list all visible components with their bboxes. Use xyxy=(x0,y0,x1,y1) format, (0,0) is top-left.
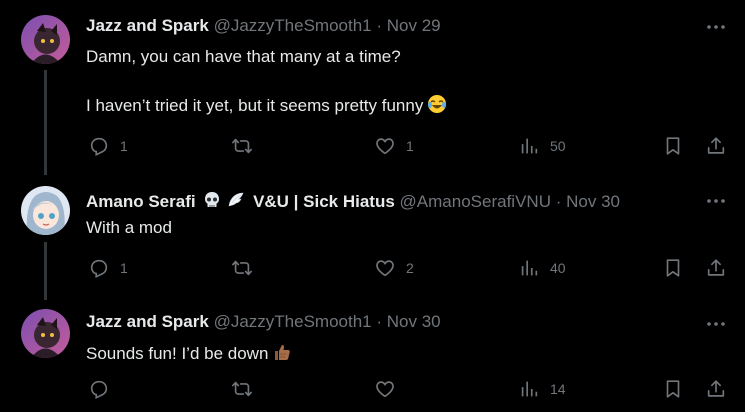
more-icon[interactable] xyxy=(704,20,728,40)
display-name-suffix[interactable]: V&U | Sick Hiatus xyxy=(253,192,395,211)
bookmark-button[interactable] xyxy=(662,256,684,280)
like-count: 2 xyxy=(406,260,414,276)
wing-emoji-icon xyxy=(226,190,246,210)
views-count: 14 xyxy=(550,381,566,397)
display-name[interactable]: Amano Serafi xyxy=(86,192,196,211)
tweet-1[interactable]: Jazz and Spark @JazzyTheSmooth1 · Nov 29… xyxy=(0,0,745,180)
heart-icon xyxy=(376,138,394,155)
display-name[interactable]: Jazz and Spark xyxy=(86,16,209,35)
repost-button[interactable] xyxy=(231,256,263,280)
analytics-icon xyxy=(521,138,538,154)
reply-icon xyxy=(90,259,108,279)
more-icon[interactable] xyxy=(704,194,728,214)
repost-icon xyxy=(232,260,252,276)
user-handle[interactable]: @JazzyTheSmooth1 xyxy=(214,312,372,331)
separator-dot: · xyxy=(555,192,562,211)
more-icon[interactable] xyxy=(704,317,728,337)
timestamp[interactable]: Nov 29 xyxy=(387,16,441,35)
thumbs-up-emoji-icon xyxy=(272,342,292,362)
like-button[interactable]: 2 xyxy=(374,256,414,280)
like-count: 1 xyxy=(406,138,414,154)
skull-emoji-icon xyxy=(202,190,222,210)
tweet-text-content: I haven’t tried it yet, but it seems pre… xyxy=(86,96,424,115)
user-handle[interactable]: @JazzyTheSmooth1 xyxy=(214,16,372,35)
repost-button[interactable] xyxy=(231,377,263,401)
reply-count: 1 xyxy=(120,260,128,276)
bookmark-icon xyxy=(666,137,680,155)
share-button[interactable] xyxy=(705,377,727,401)
share-button[interactable] xyxy=(705,134,727,158)
tweet-text-line: With a mod xyxy=(86,218,172,237)
like-button[interactable] xyxy=(374,377,406,401)
tweet-header: Jazz and Spark @JazzyTheSmooth1 · Nov 30 xyxy=(86,312,441,332)
repost-icon xyxy=(232,381,252,397)
timestamp[interactable]: Nov 30 xyxy=(566,192,620,211)
views-button[interactable]: 14 xyxy=(518,377,566,401)
bookmark-button[interactable] xyxy=(662,377,684,401)
tweet-actions: 1 2 40 xyxy=(0,256,745,280)
tweet-2[interactable]: Amano Serafi V&U | Sick Hiatus @AmanoSer… xyxy=(0,180,745,303)
thread-line xyxy=(44,70,47,175)
analytics-icon xyxy=(521,260,538,276)
views-button[interactable]: 40 xyxy=(518,256,566,280)
bookmark-icon xyxy=(666,259,680,277)
separator-dot: · xyxy=(376,16,383,35)
tweet-actions: 1 1 50 xyxy=(0,134,745,158)
display-name[interactable]: Jazz and Spark xyxy=(86,312,209,331)
reply-button[interactable] xyxy=(88,377,120,401)
repost-icon xyxy=(232,138,252,154)
reply-count: 1 xyxy=(120,138,128,154)
heart-icon xyxy=(376,260,394,277)
laughing-emoji-icon xyxy=(427,94,447,114)
tweet-text-content: Sounds fun! I’d be down xyxy=(86,344,269,363)
reply-icon xyxy=(90,137,108,157)
bookmark-icon xyxy=(666,380,680,398)
reply-button[interactable]: 1 xyxy=(88,256,128,280)
reply-icon xyxy=(90,380,108,400)
like-button[interactable]: 1 xyxy=(374,134,414,158)
timestamp[interactable]: Nov 30 xyxy=(387,312,441,331)
tweet-text-line: Sounds fun! I’d be down xyxy=(86,342,292,364)
heart-icon xyxy=(376,381,394,398)
avatar[interactable] xyxy=(21,186,70,235)
avatar[interactable] xyxy=(21,15,70,64)
tweet-text-line: Damn, you can have that many at a time? xyxy=(86,47,401,66)
tweet-header: Amano Serafi V&U | Sick Hiatus @AmanoSer… xyxy=(86,190,620,211)
tweet-actions: 14 xyxy=(0,377,745,401)
analytics-icon xyxy=(521,381,538,397)
views-count: 50 xyxy=(550,138,566,154)
views-button[interactable]: 50 xyxy=(518,134,566,158)
views-count: 40 xyxy=(550,260,566,276)
tweet-header: Jazz and Spark @JazzyTheSmooth1 · Nov 29 xyxy=(86,16,441,36)
user-handle[interactable]: @AmanoSerafiVNU xyxy=(400,192,551,211)
repost-button[interactable] xyxy=(231,134,263,158)
avatar[interactable] xyxy=(21,309,70,358)
share-button[interactable] xyxy=(705,256,727,280)
share-icon xyxy=(707,380,725,397)
tweet-3[interactable]: Jazz and Spark @JazzyTheSmooth1 · Nov 30… xyxy=(0,303,745,412)
tweet-text-line: I haven’t tried it yet, but it seems pre… xyxy=(86,94,447,116)
separator-dot: · xyxy=(376,312,383,331)
share-icon xyxy=(707,137,725,154)
share-icon xyxy=(707,259,725,276)
reply-button[interactable]: 1 xyxy=(88,134,128,158)
bookmark-button[interactable] xyxy=(662,134,684,158)
